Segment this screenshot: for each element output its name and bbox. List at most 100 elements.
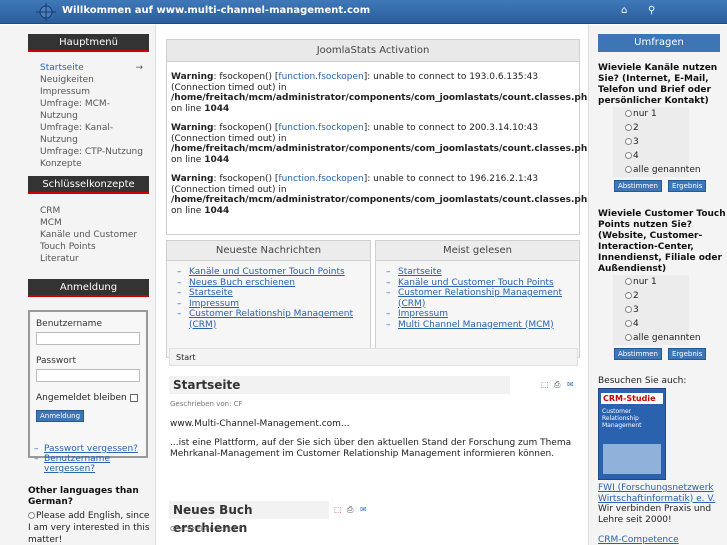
concept-item-literatur[interactable]: Literatur bbox=[28, 253, 153, 265]
poll-options: nur 1 2 3 4 alle genannten bbox=[625, 275, 705, 345]
latest-news-panel: Neueste Nachrichten – Kanäle und Customer… bbox=[166, 240, 371, 358]
list-item: – Customer Relationship Management (CRM) bbox=[177, 309, 353, 330]
article-title: Neues Buch erschienen bbox=[169, 501, 329, 535]
list-item: – Customer Relationship Management (CRM) bbox=[386, 288, 562, 309]
most-read-panel: Meist gelesen – Startseite – Kanäle und Cu… bbox=[375, 240, 580, 358]
fwi-link[interactable]: FWI (Forschungsnetzwerk Wirtschaftinform… bbox=[598, 483, 724, 504]
poll-question: Wieviele Kanäle nutzen Sie? (Internet, E… bbox=[598, 63, 718, 106]
menu-item-konzepte[interactable]: Konzepte bbox=[28, 158, 153, 170]
pdf-icon[interactable]: ⬚ bbox=[541, 380, 549, 389]
dash-icon: – bbox=[34, 454, 39, 464]
login-button[interactable]: Anmeldung bbox=[36, 410, 85, 422]
main-content: JoomlaStats Activation Warning: fsockope… bbox=[157, 25, 594, 545]
poll-option[interactable]: 4 bbox=[625, 317, 705, 331]
radio-icon[interactable] bbox=[625, 124, 632, 131]
fsockopen-link[interactable]: function.fsockopen bbox=[278, 123, 363, 133]
list-item: – Impressum bbox=[386, 309, 449, 319]
list-item: – Impressum bbox=[177, 298, 240, 309]
radio-icon[interactable] bbox=[625, 138, 632, 145]
most-read-title: Meist gelesen bbox=[376, 241, 579, 261]
list-item: – Multi Channel Management (MCM) bbox=[386, 319, 554, 330]
email-icon[interactable]: ✉ bbox=[567, 380, 574, 389]
list-item: – Kanäle und Customer Touch Points bbox=[386, 277, 554, 288]
concept-item-channels[interactable]: Kanäle und Customer Touch Points bbox=[28, 229, 153, 253]
visit-label: Besuchen Sie auch: bbox=[598, 376, 687, 386]
results-button[interactable]: Ergebnis bbox=[668, 348, 707, 360]
poll-question: Wieviele Customer Touch Points nutzen Si… bbox=[598, 209, 726, 274]
radio-icon[interactable] bbox=[625, 166, 632, 173]
menu-item-neuigkeiten[interactable]: Neuigkeiten bbox=[28, 74, 153, 86]
menu-item-umfrage-kanal[interactable]: Umfrage: Kanal-Nutzung bbox=[28, 122, 153, 146]
vote-button[interactable]: Abstimmen bbox=[614, 348, 662, 360]
activation-panel: JoomlaStats Activation Warning: fsockope… bbox=[166, 39, 594, 235]
username-input[interactable] bbox=[36, 332, 140, 345]
list-item: – Startseite bbox=[386, 267, 442, 277]
email-icon[interactable]: ✉ bbox=[360, 505, 367, 514]
poll-option[interactable]: 4 bbox=[625, 149, 705, 163]
password-input[interactable] bbox=[36, 369, 140, 382]
radio-icon[interactable] bbox=[625, 110, 632, 117]
concept-item-mcm[interactable]: MCM bbox=[28, 217, 153, 229]
concept-item-crm[interactable]: CRM bbox=[28, 205, 153, 217]
article-author: Geschrieben von: CF bbox=[170, 525, 243, 533]
poll-option[interactable]: alle genannten bbox=[625, 163, 705, 177]
warning-message: Warning: fsockopen() [function.fsockopen… bbox=[171, 72, 594, 114]
password-label: Passwort bbox=[36, 356, 77, 366]
poll-option[interactable]: nur 1 bbox=[625, 275, 705, 289]
login-title: Anmeldung bbox=[28, 279, 149, 297]
warning-message: Warning: fsockopen() [function.fsockopen… bbox=[171, 123, 594, 165]
search-icon[interactable]: ⚲ bbox=[648, 5, 655, 16]
list-item: – Neues Buch erschienen bbox=[177, 277, 296, 288]
login-links: – Passwort vergessen? – Benutzername ver… bbox=[34, 444, 148, 474]
key-concepts-title: Schlüsselkonzepte bbox=[28, 176, 149, 194]
key-concepts-menu: CRM MCM Kanäle und Customer Touch Points… bbox=[28, 205, 153, 265]
radio-icon[interactable] bbox=[625, 292, 632, 299]
article-title: Startseite bbox=[169, 376, 510, 394]
book-cover-image[interactable]: CRM-Studie Customer Relationship Managem… bbox=[598, 388, 666, 480]
crm-competence-link[interactable]: CRM-Competence bbox=[598, 535, 679, 545]
pdf-icon[interactable]: ⬚ bbox=[334, 505, 342, 514]
poll-option[interactable]: 3 bbox=[625, 135, 705, 149]
fsockopen-link[interactable]: function.fsockopen bbox=[278, 72, 363, 82]
left-sidebar: Hauptmenü Startseite → Neuigkeiten Impre… bbox=[0, 25, 156, 545]
home-icon[interactable]: ⌂ bbox=[621, 5, 627, 16]
remember-checkbox[interactable] bbox=[129, 393, 138, 402]
vote-button[interactable]: Abstimmen bbox=[614, 180, 662, 192]
poll-option[interactable]: nur 1 bbox=[625, 107, 705, 121]
dash-icon: – bbox=[34, 444, 39, 454]
results-button[interactable]: Ergebnis bbox=[668, 180, 707, 192]
radio-icon[interactable] bbox=[625, 320, 632, 327]
article-author: Geschrieben von: CF bbox=[170, 400, 243, 408]
warning-message: Warning: fsockopen() [function.fsockopen… bbox=[171, 174, 594, 216]
poll-option[interactable]: 2 bbox=[625, 121, 705, 135]
arrow-right-icon: → bbox=[135, 63, 143, 73]
latest-news-title: Neueste Nachrichten bbox=[167, 241, 370, 261]
radio-icon[interactable] bbox=[625, 334, 632, 341]
poll-option[interactable]: 2 bbox=[625, 289, 705, 303]
language-poll-option[interactable]: Please add English, since I am very inte… bbox=[28, 510, 152, 545]
print-icon[interactable]: ⎙ bbox=[554, 380, 560, 390]
remember-row: Angemeldet bleiben bbox=[36, 393, 140, 403]
list-item: – Kanäle und Customer Touch Points bbox=[177, 267, 345, 277]
radio-icon[interactable] bbox=[28, 512, 35, 519]
header-bar: Willkommen auf www.multi-channel-managem… bbox=[0, 0, 727, 24]
menu-item-umfrage-ctp[interactable]: Umfrage: CTP-Nutzung bbox=[28, 146, 153, 158]
menu-item-impressum[interactable]: Impressum bbox=[28, 86, 153, 98]
latest-news-list: – Kanäle und Customer Touch Points – Neues… bbox=[167, 261, 370, 336]
forgot-password-link[interactable]: Passwort vergessen? bbox=[44, 444, 148, 454]
fwi-text: Wir verbinden Praxis und Lehre seit 2000… bbox=[598, 504, 712, 525]
remember-label: Angemeldet bleiben bbox=[36, 393, 127, 403]
poll-option[interactable]: 3 bbox=[625, 303, 705, 317]
radio-icon[interactable] bbox=[625, 152, 632, 159]
menu-item-startseite[interactable]: Startseite → bbox=[28, 62, 153, 74]
menu-item-umfrage-mcm[interactable]: Umfrage: MCM-Nutzung bbox=[28, 98, 153, 122]
main-menu: Startseite → Neuigkeiten Impressum Umfra… bbox=[28, 62, 153, 170]
activation-title: JoomlaStats Activation bbox=[167, 40, 579, 62]
forgot-username-link[interactable]: Benutzername vergessen? bbox=[44, 454, 148, 474]
print-icon[interactable]: ⎙ bbox=[347, 505, 353, 515]
book-cover-subtitle: Customer Relationship Management bbox=[602, 408, 642, 429]
radio-icon[interactable] bbox=[625, 278, 632, 285]
radio-icon[interactable] bbox=[625, 306, 632, 313]
poll-option[interactable]: alle genannten bbox=[625, 331, 705, 345]
fsockopen-link[interactable]: function.fsockopen bbox=[278, 174, 363, 184]
